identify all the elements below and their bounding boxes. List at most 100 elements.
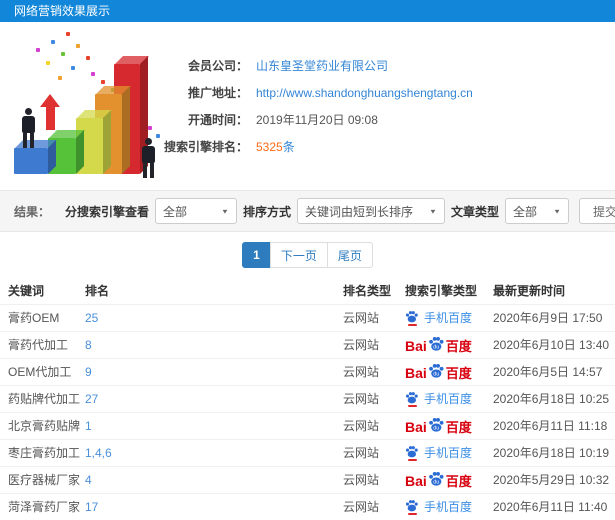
businessman-figure-right (140, 138, 156, 178)
table-row: 枣庄膏药加工 1,4,6 云网站 手机百度 2020年6月18日 10:19 (0, 438, 615, 466)
baidu-paw-icon (405, 445, 419, 461)
member-company-row: 会员公司： 山东皇圣堂药业有限公司 (160, 52, 615, 79)
last-page-button[interactable]: 尾页 (326, 242, 373, 268)
rank-type-cell: 云网站 (343, 330, 405, 358)
update-time-cell: 2020年6月9日 17:50 (493, 303, 615, 331)
chevron-down-icon: ▼ (221, 207, 229, 215)
chevron-down-icon: ▼ (429, 207, 437, 215)
table-row: OEM代加工 9 云网站 Bai du 百度 2020年6月5日 14:57 (0, 357, 615, 385)
promo-url-link[interactable]: http://www.shandonghuangshengtang.cn (256, 86, 473, 100)
sort-filter-select[interactable]: 关键词由短到长排序 ▼ (296, 198, 445, 224)
mobile-baidu-logo: 手机百度 (405, 498, 472, 515)
member-company-label: 会员公司： (187, 59, 248, 73)
rank-link[interactable]: 8 (85, 338, 92, 352)
keyword-cell: OEM代加工 (0, 357, 85, 385)
baidu-paw-icon: du (428, 471, 445, 486)
rank-link[interactable]: 9 (85, 365, 92, 379)
baidu-pc-logo: Bai du 百度 (405, 417, 472, 435)
chevron-down-icon: ▼ (553, 207, 561, 215)
rank-type-cell: 云网站 (343, 492, 405, 520)
account-info-panel: 会员公司： 山东皇圣堂药业有限公司 推广地址： http://www.shand… (160, 22, 615, 160)
submit-button[interactable]: 提交 (578, 198, 615, 224)
open-time-row: 开通时间： 2019年11月20日 09:08 (160, 106, 615, 133)
keyword-cell: 北京膏药贴牌 (0, 411, 85, 439)
engine-filter-select[interactable]: 全部 ▼ (154, 198, 237, 224)
baidu-pc-logo: Bai du 百度 (405, 336, 472, 354)
engine-filter-label: 分搜索引擎查看 (64, 204, 149, 219)
engine-filter-value: 全部 (162, 204, 187, 219)
rank-type-cell: 云网站 (343, 303, 405, 331)
mobile-baidu-logo: 手机百度 (405, 390, 472, 407)
baidu-paw-icon (405, 499, 419, 515)
col-header-keyword: 关键词 (8, 284, 45, 299)
rank-type-cell: 云网站 (343, 357, 405, 385)
growth-arrow-icon (40, 94, 60, 130)
update-time-cell: 2020年6月10日 13:40 (493, 330, 615, 358)
table-row: 医疗器械厂家 4 云网站 Bai du 百度 2020年5月29日 10:32 (0, 465, 615, 493)
engine-label: 手机百度 (424, 392, 473, 406)
open-time-label: 开通时间： (187, 113, 248, 127)
col-header-rank: 排名 (85, 284, 110, 299)
rank-type-cell: 云网站 (343, 438, 405, 466)
illustration-bar-blue (14, 140, 57, 174)
next-page-button[interactable]: 下一页 (269, 242, 328, 268)
rank-link[interactable]: 1 (85, 419, 92, 433)
result-label: 结果： (14, 204, 51, 219)
table-row: 膏药代加工 8 云网站 Bai du 百度 2020年6月10日 13:40 (0, 330, 615, 358)
baidu-paw-icon: du (428, 336, 445, 351)
rank-link[interactable]: 27 (85, 392, 98, 406)
update-time-cell: 2020年5月29日 10:32 (493, 465, 615, 493)
page-title: 网络营销效果展示 (14, 4, 111, 18)
pagination: 1 下一页 尾页 (242, 242, 373, 268)
engine-label: 手机百度 (424, 446, 473, 460)
keyword-cell: 医疗器械厂家 (0, 465, 85, 493)
engine-rank-count: 5325 (256, 140, 283, 154)
rank-type-cell: 云网站 (343, 465, 405, 493)
filter-bar: 结果： 分搜索引擎查看 全部 ▼ 排序方式 关键词由短到长排序 ▼ 文章类型 全… (0, 190, 615, 232)
engine-rank-label: 搜索引擎排名： (163, 140, 248, 154)
businessman-figure-left (20, 108, 36, 148)
rank-link[interactable]: 4 (85, 473, 92, 487)
baidu-paw-icon: du (428, 363, 445, 378)
article-type-select[interactable]: 全部 ▼ (504, 198, 569, 224)
table-row: 药贴牌代加工 27 云网站 手机百度 2020年6月18日 10:25 (0, 384, 615, 412)
article-type-value: 全部 (512, 204, 537, 219)
svg-text:du: du (433, 479, 439, 485)
mobile-baidu-logo: 手机百度 (405, 444, 472, 461)
article-type-label: 文章类型 (450, 204, 499, 219)
engine-label: 手机百度 (424, 311, 473, 325)
update-time-cell: 2020年6月18日 10:25 (493, 384, 615, 412)
table-row: 北京膏药贴牌 1 云网站 Bai du 百度 2020年6月11日 11:18 (0, 411, 615, 439)
update-time-cell: 2020年6月11日 11:40 (493, 492, 615, 520)
sort-filter-label: 排序方式 (242, 204, 291, 219)
keyword-cell: 菏泽膏药厂家 (0, 492, 85, 520)
col-header-update-time: 最新更新时间 (493, 284, 566, 299)
member-company-link[interactable]: 山东皇圣堂药业有限公司 (256, 57, 388, 74)
pagination-area: 1 下一页 尾页 (0, 232, 615, 278)
bar-chart-illustration (2, 48, 185, 188)
keyword-cell: 膏药OEM (0, 303, 85, 331)
page-1-button[interactable]: 1 (242, 242, 271, 268)
update-time-cell: 2020年6月5日 14:57 (493, 357, 615, 385)
baidu-pc-logo: Bai du 百度 (405, 363, 472, 381)
rank-type-cell: 云网站 (343, 411, 405, 439)
col-header-engine-type: 搜索引擎类型 (405, 284, 478, 299)
engine-label: 手机百度 (424, 500, 473, 515)
update-time-cell: 2020年6月18日 10:19 (493, 438, 615, 466)
mobile-baidu-logo: 手机百度 (405, 309, 472, 326)
svg-text:du: du (433, 425, 439, 431)
filter-controls: 分搜索引擎查看 全部 ▼ 排序方式 关键词由短到长排序 ▼ 文章类型 全部 ▼ … (65, 198, 615, 224)
results-table: 关键词 排名 排名类型 搜索引擎类型 最新更新时间 膏药OEM 25 云网站 手… (0, 278, 615, 520)
rank-link[interactable]: 17 (85, 500, 98, 514)
svg-text:du: du (433, 344, 439, 350)
open-time-value: 2019年11月20日 09:08 (256, 113, 378, 127)
marketing-report-page: 网络营销效果展示 会员公司： 山东皇圣堂药业有限公司 推广地址： http://… (0, 0, 615, 520)
baidu-paw-icon (405, 391, 419, 407)
keyword-cell: 药贴牌代加工 (0, 384, 85, 412)
rank-type-cell: 云网站 (343, 384, 405, 412)
baidu-paw-icon: du (428, 417, 445, 432)
keyword-cell: 膏药代加工 (0, 330, 85, 358)
promo-url-label: 推广地址： (187, 86, 248, 100)
rank-link[interactable]: 25 (85, 311, 98, 325)
rank-link[interactable]: 1,4,6 (85, 446, 112, 460)
